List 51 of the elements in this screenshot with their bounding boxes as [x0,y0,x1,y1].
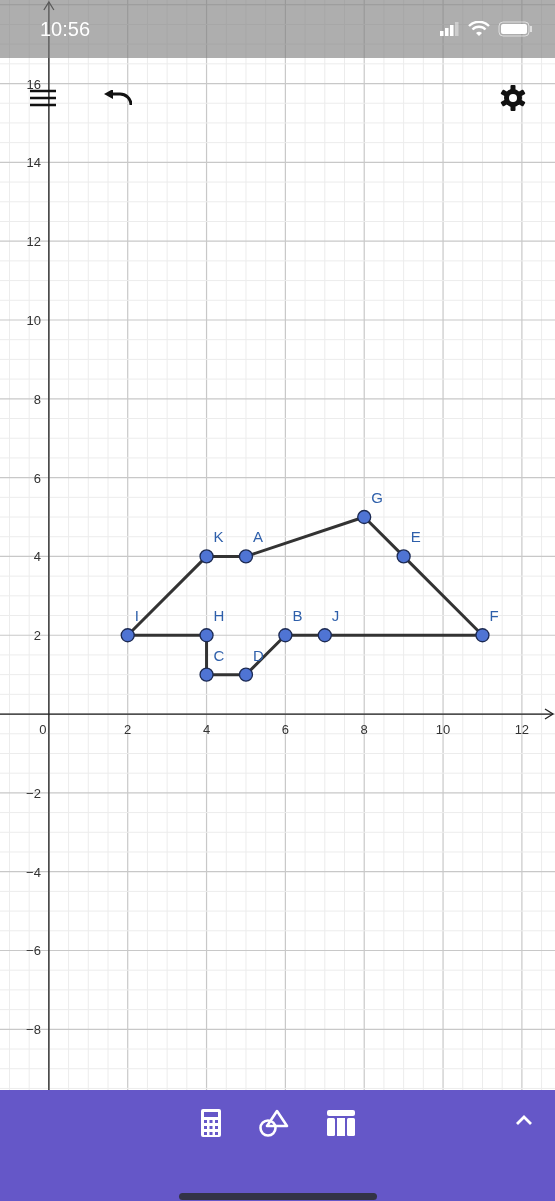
tick-label: 2 [124,722,132,738]
battery-icon [498,21,533,37]
tick-label: 16 [26,76,41,92]
tick-label: 6 [33,470,41,486]
point-label: B [292,607,303,625]
point-label: C [213,646,225,664]
point-marker[interactable] [278,628,293,643]
point-marker[interactable] [238,667,254,682]
table-icon[interactable] [326,1110,355,1136]
point-marker[interactable] [475,628,490,643]
point-marker[interactable] [120,628,135,643]
point-marker[interactable] [396,549,411,564]
tick-label: 8 [33,391,41,407]
point-label: F [489,607,499,625]
tick-label: 10 [26,313,41,328]
tick-label: 0 [39,722,47,738]
undo-icon[interactable] [104,90,132,106]
tick-label: 4 [202,722,211,738]
point-marker[interactable] [199,628,214,643]
tick-label: −2 [26,785,41,801]
point-marker[interactable] [199,549,214,564]
point-marker[interactable] [317,628,332,643]
point-label: K [213,528,224,546]
point-marker[interactable] [199,667,214,682]
tick-label: 10 [435,722,451,738]
tick-label: 14 [26,155,41,171]
tick-label: 6 [281,722,289,738]
tick-label: 8 [360,722,368,738]
tick-label: −6 [26,943,41,959]
point-marker[interactable] [238,549,254,564]
point-label: J [331,607,340,625]
tick-label: 12 [514,722,530,738]
tick-label: 4 [33,549,41,565]
caret-icon[interactable] [515,1114,533,1126]
wifi-icon [468,21,490,37]
point-label: H [213,607,225,625]
menu-icon[interactable] [30,89,56,107]
signal-icon [440,22,460,36]
tick-label: −8 [26,1022,41,1038]
tick-label: 2 [33,628,41,644]
tick-label: 12 [26,234,41,250]
point-label: D [252,646,264,664]
shapes-icon[interactable] [258,1109,289,1137]
point-label: G [371,489,383,506]
point-label: A [252,528,263,546]
calculator-icon[interactable] [200,1109,221,1137]
point-label: E [410,528,421,546]
tick-label: −4 [26,864,41,880]
point-marker[interactable] [357,509,372,525]
settings-icon[interactable] [499,84,527,112]
point-label: I [134,607,139,625]
